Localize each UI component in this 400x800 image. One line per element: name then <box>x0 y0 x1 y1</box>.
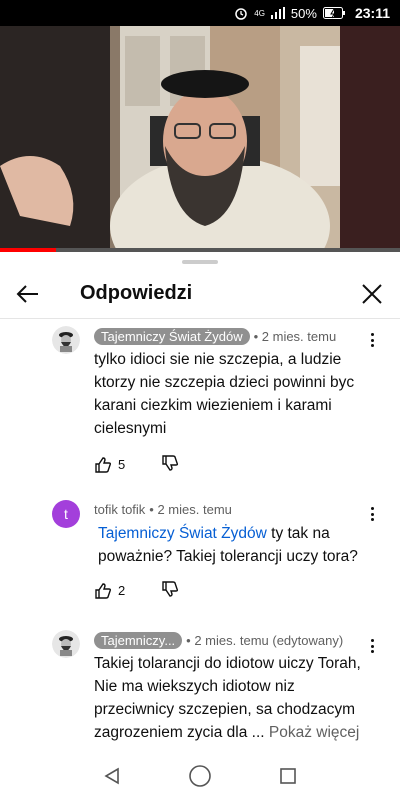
avatar[interactable] <box>52 630 80 658</box>
comment-meta: tofik tofik • 2 mies. temu <box>94 502 232 517</box>
comment-meta: Tajemniczy Świat Żydów • 2 mies. temu <box>94 328 336 345</box>
video-frame-image <box>0 26 400 252</box>
dislike-button[interactable] <box>161 454 179 475</box>
nav-recents-button[interactable] <box>279 767 297 790</box>
dislike-button[interactable] <box>161 580 179 601</box>
close-icon <box>362 284 382 304</box>
like-count: 5 <box>118 457 126 472</box>
comment-meta: Tajemniczy... • 2 mies. temu (edytowany) <box>94 632 343 649</box>
comment-author[interactable]: Tajemniczy Świat Żydów <box>94 328 250 345</box>
system-nav-bar <box>0 756 400 800</box>
avatar[interactable] <box>52 326 80 354</box>
show-more-link[interactable]: Pokaż więcej <box>269 724 359 741</box>
circle-home-icon <box>189 764 211 787</box>
comment-text: tylko idioci sie nie szczepia, a ludzie … <box>94 351 355 437</box>
comment-menu-button[interactable] <box>366 636 378 656</box>
comment-actions: 2 <box>94 580 179 601</box>
triangle-back-icon <box>104 767 120 784</box>
video-player[interactable] <box>0 26 400 252</box>
comment-time: • 2 mies. temu <box>149 502 232 517</box>
like-button[interactable]: 5 <box>94 456 125 474</box>
page-title: Odpowiedzi <box>80 282 193 304</box>
thumbs-down-icon <box>162 455 179 471</box>
thumbs-down-icon <box>162 581 179 597</box>
comment-menu-button[interactable] <box>366 330 378 350</box>
avatar[interactable]: t <box>52 500 80 528</box>
comment-time: • 2 mies. temu <box>253 329 337 344</box>
comment-author[interactable]: tofik tofik <box>94 502 145 517</box>
like-button[interactable]: 2 <box>94 582 125 600</box>
nav-home-button[interactable] <box>188 764 212 793</box>
thumbs-up-icon <box>95 582 112 599</box>
arrow-left-icon <box>16 285 38 303</box>
comment-text: Takiej tolarancji do idiotow uiczy Torah… <box>94 652 364 744</box>
nav-back-button[interactable] <box>103 767 121 790</box>
comment-author[interactable]: Tajemniczy... <box>94 632 183 649</box>
comment-text: Tajemniczy Świat Żydów ty tak na poważni… <box>94 522 364 568</box>
square-recents-icon <box>279 767 296 784</box>
network-type-icon: 4G <box>254 8 265 18</box>
drag-handle[interactable] <box>182 260 218 264</box>
status-bar: 4G 50% 23:11 <box>0 0 400 26</box>
header-divider <box>0 318 400 319</box>
sheet-header: Odpowiedzi <box>0 274 400 314</box>
battery-charging-icon <box>322 7 345 19</box>
like-count: 2 <box>118 583 126 598</box>
back-button[interactable] <box>14 280 42 308</box>
comment-actions: 5 <box>94 454 179 475</box>
clock: 23:11 <box>354 5 390 21</box>
battery-percent: 50% <box>290 5 317 21</box>
comment-time: • 2 mies. temu (edytowany) <box>186 633 344 648</box>
thumbs-up-icon <box>95 456 112 473</box>
signal-icon <box>270 7 285 19</box>
close-button[interactable] <box>358 280 386 308</box>
comment-menu-button[interactable] <box>366 504 378 524</box>
replies-sheet: Odpowiedzi Tajemniczy Świat Żydów • 2 mi… <box>0 252 400 756</box>
alarm-icon <box>234 6 248 20</box>
avatar-letter: t <box>64 506 68 522</box>
mention-link[interactable]: Tajemniczy Świat Żydów <box>98 525 267 542</box>
